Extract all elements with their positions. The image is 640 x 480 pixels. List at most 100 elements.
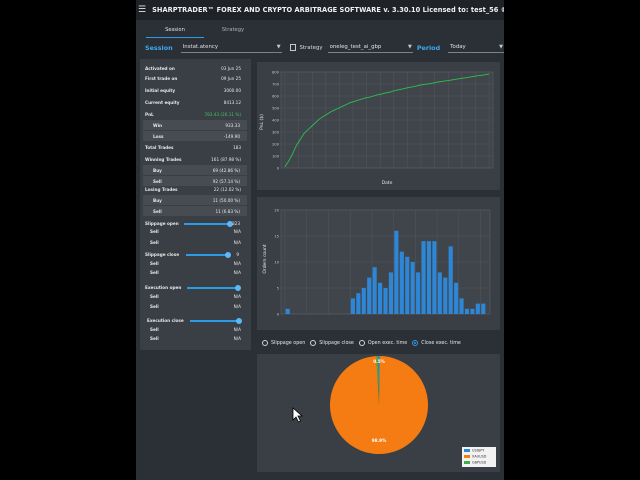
pnl-point [311,125,313,127]
pnl-point [469,76,471,78]
slippage-close-slider-track [186,254,228,256]
pnl-point [488,73,490,75]
pie-legend-swatch [464,461,470,464]
pie-label-large: 98.9% [372,438,387,443]
pnl-point [396,89,397,91]
pnl-point [473,76,474,77]
pnl-point [446,80,447,81]
slippage-open-sell-2: Sell N/A [150,240,241,245]
orders-bar [426,241,432,314]
pnl-point [284,166,286,168]
pnl-point [392,90,394,92]
pie-legend-swatch [464,455,470,458]
pnl-point [438,81,440,83]
pnl-line-chart: PnL ($) Date 0 100 200 300 400 500 600 700 800 [259,71,494,186]
radio-slippage-open[interactable]: Slippage open [262,340,305,346]
pnl-point [457,78,459,80]
pie-legend-label: USDJPY [472,449,485,453]
session-select-value: Instat.atency [182,44,219,50]
pnl-point [300,138,301,140]
orders-bar [405,256,410,314]
orders-y-tick-label: 0 [277,313,280,317]
chevron-down-icon: ▼ [276,44,281,50]
pnl-point [330,111,332,112]
period-select-value: Today [450,44,466,50]
stat-initial-equity: Initial equity 3000.00 [145,88,241,93]
execution-open-sell-1: Sell N/A [150,294,241,299]
pnl-y-tick-label: 0 [277,167,280,171]
orders-bar [350,298,355,314]
orders-bar [399,251,404,314]
pnl-point [350,102,351,103]
orders-bar [367,277,372,314]
session-select[interactable]: Instat.atency ▼ [180,42,282,53]
pie-legend-label: GBPUSD [472,461,487,465]
app-window: ☰ SHARPTRADER™ FOREX AND CRYPTO ARBITRAG… [136,0,504,480]
pnl-y-tick-label: 100 [272,155,280,159]
orders-y-tick-label: 5 [277,287,279,291]
orders-bar [285,308,290,314]
orders-bar [410,262,415,314]
pnl-chart-panel: PnL ($) Date 0 100 200 300 400 500 600 700 800 [257,62,500,190]
pnl-point [427,83,428,85]
pnl-y-tick-label: 500 [272,107,280,111]
strategy-select-value: oneleg_test_ai_gbp [329,44,382,50]
orders-bar [459,298,464,314]
pnl-point [323,116,324,117]
orders-y-tick-label: 10 [274,261,279,265]
pnl-point [319,118,320,120]
pnl-point [303,132,305,134]
pnl-point [415,85,417,87]
orders-bar [372,267,377,314]
pnl-point [407,87,409,88]
stat-loss: Loss -149.90 [143,131,247,141]
strategy-select[interactable]: oneleg_test_ai_gbp ▼ [327,42,413,53]
pnl-point [338,107,340,109]
pnl-y-tick-label: 700 [272,83,280,87]
pnl-point [404,88,405,89]
session-label: Session [145,43,173,52]
execution-close-slider-track [190,320,239,322]
stat-win: Win 933.33 [143,120,247,130]
pnl-point [400,89,401,90]
strategy-label: Strategy [299,44,323,51]
pnl-point [477,75,478,77]
orders-bar [421,241,426,314]
orders-bar [437,272,442,314]
pnl-y-tick-label: 800 [272,71,280,75]
pnl-x-axis-label: Date [382,180,393,186]
pnl-point [380,93,382,95]
pnl-point [384,92,386,94]
radio-open-exec-time[interactable]: Open exec. time [358,340,407,346]
orders-y-axis-label: Orders count [262,244,268,273]
tab-strategy[interactable]: Strategy [204,22,262,38]
pnl-point [288,160,290,162]
app-title: SHARPTRADER™ FOREX AND CRYPTO ARBITRAGE … [152,6,504,14]
orders-bar [470,308,475,314]
strategy-checkbox[interactable] [289,44,297,51]
distribution-mode-radios: Slippage open Slippage close Open exec. … [257,336,500,350]
orders-bar [475,303,480,314]
pnl-point [346,104,347,105]
orders-bar-chart: Orders count 0 5 10 15 20 [262,209,491,317]
pie-label-small: 0.5% [373,359,385,364]
hamburger-menu-icon[interactable]: ☰ [138,0,146,20]
period-select[interactable]: Today ▼ [448,42,504,53]
orders-bar [394,230,399,314]
orders-bar [454,282,459,314]
orders-bar [432,241,437,314]
pnl-point [434,82,436,83]
tab-session[interactable]: Session [146,22,204,38]
pnl-point [296,144,297,146]
pnl-point [450,79,451,81]
mouse-cursor-icon [292,407,304,423]
orders-bar [416,272,421,314]
radio-slippage-close[interactable]: Slippage close [310,340,354,346]
radio-dot [310,340,317,346]
title-bar: ☰ SHARPTRADER™ FOREX AND CRYPTO ARBITRAG… [136,0,504,20]
radio-dot [262,340,268,346]
stat-activated-on: Activated on 03 Jun 25 [145,66,241,71]
pnl-point [373,95,374,97]
execution-close-sell-2: Sell N/A [150,336,241,341]
radio-close-exec-time[interactable]: Close exec. time [412,340,461,346]
